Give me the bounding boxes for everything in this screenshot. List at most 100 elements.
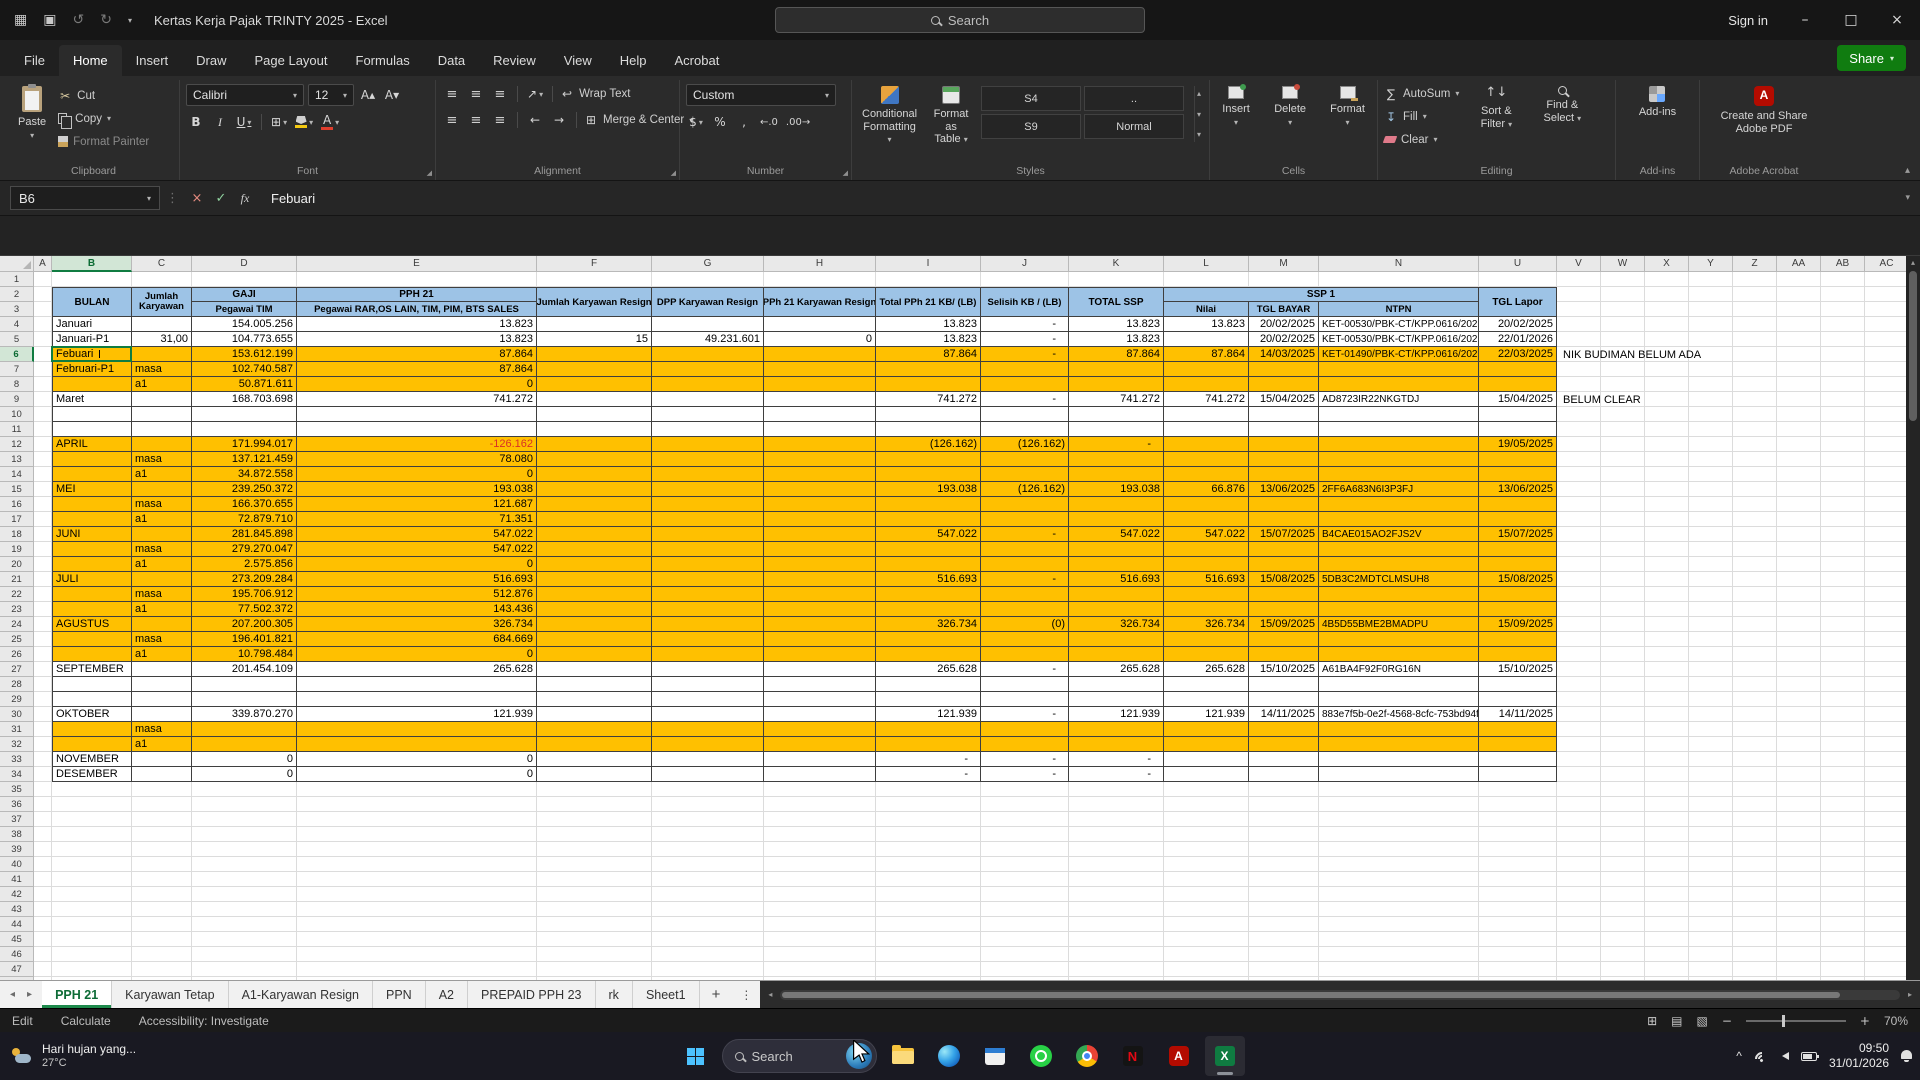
cell-C27[interactable]: [132, 662, 192, 677]
accessibility-status[interactable]: Accessibility: Investigate: [139, 1014, 269, 1028]
cell-D11[interactable]: [192, 422, 297, 437]
cell-H14[interactable]: [764, 467, 876, 482]
cell-L30[interactable]: 121.939: [1164, 707, 1249, 722]
cell-N27[interactable]: A61BA4F92F0RG16N: [1319, 662, 1479, 677]
cell-L25[interactable]: [1164, 632, 1249, 647]
cell-D8[interactable]: 50.871.611: [192, 377, 297, 392]
sheet-tab-prepaid-pph-23[interactable]: PREPAID PPH 23: [468, 981, 596, 1008]
cell-M14[interactable]: [1249, 467, 1319, 482]
cell-I14[interactable]: [876, 467, 981, 482]
row-header-8[interactable]: 8: [0, 377, 34, 392]
cell-N13[interactable]: [1319, 452, 1479, 467]
cell-E24[interactable]: 326.734: [297, 617, 537, 632]
cell-F19[interactable]: [537, 542, 652, 557]
cell-L23[interactable]: [1164, 602, 1249, 617]
cell-G14[interactable]: [652, 467, 764, 482]
row-header-15[interactable]: 15: [0, 482, 34, 497]
cell-N11[interactable]: [1319, 422, 1479, 437]
title-search-box[interactable]: Search: [775, 7, 1145, 33]
sheet-tab-a2[interactable]: A2: [425, 981, 468, 1008]
row-header-7[interactable]: 7: [0, 362, 34, 377]
cell-J5[interactable]: -: [981, 332, 1069, 347]
cell-H12[interactable]: [764, 437, 876, 452]
cell-G5[interactable]: 49.231.601: [652, 332, 764, 347]
cell-K32[interactable]: [1069, 737, 1164, 752]
sheet-tab-rk[interactable]: rk: [595, 981, 633, 1008]
cell-C30[interactable]: [132, 707, 192, 722]
cell-E25[interactable]: 684.669: [297, 632, 537, 647]
cell-C22[interactable]: masa: [132, 587, 192, 602]
cell-K15[interactable]: 193.038: [1069, 482, 1164, 497]
cell-L21[interactable]: 516.693: [1164, 572, 1249, 587]
cell-M29[interactable]: [1249, 692, 1319, 707]
cell-C24[interactable]: [132, 617, 192, 632]
cell-G7[interactable]: [652, 362, 764, 377]
row-header-39[interactable]: 39: [0, 842, 34, 857]
cell-G12[interactable]: [652, 437, 764, 452]
cell-K6[interactable]: 87.864: [1069, 347, 1164, 362]
row-header-10[interactable]: 10: [0, 407, 34, 422]
column-header-V[interactable]: V: [1557, 256, 1601, 272]
cell-M7[interactable]: [1249, 362, 1319, 377]
cell-B10[interactable]: [52, 407, 132, 422]
cell-M30[interactable]: 14/11/2025: [1249, 707, 1319, 722]
cell-N14[interactable]: [1319, 467, 1479, 482]
row-header-5[interactable]: 5: [0, 332, 34, 347]
header-cell-jk_resign[interactable]: Jumlah Karyawan Resign: [537, 287, 652, 317]
cell-J6[interactable]: -: [981, 347, 1069, 362]
cell-G11[interactable]: [652, 422, 764, 437]
cell-E9[interactable]: 741.272: [297, 392, 537, 407]
undo-icon[interactable]: ↺: [72, 12, 84, 28]
cell-M20[interactable]: [1249, 557, 1319, 572]
cell-L11[interactable]: [1164, 422, 1249, 437]
collapse-ribbon-icon[interactable]: ▴: [1905, 165, 1910, 176]
column-header-J[interactable]: J: [981, 256, 1069, 272]
row-header-43[interactable]: 43: [0, 902, 34, 917]
ribbon-tab-view[interactable]: View: [550, 45, 606, 76]
cell-E34[interactable]: 0: [297, 767, 537, 782]
close-button[interactable]: ×: [1874, 0, 1920, 40]
header-cell-tgl_bayar[interactable]: TGL BAYAR: [1249, 302, 1319, 317]
new-sheet-button[interactable]: +: [700, 981, 733, 1008]
cell-J17[interactable]: [981, 512, 1069, 527]
borders-button[interactable]: ⊞ ▾: [269, 112, 289, 132]
sheet-tab-a1-karyawan-resign[interactable]: A1-Karyawan Resign: [228, 981, 373, 1008]
row-header-28[interactable]: 28: [0, 677, 34, 692]
cell-H28[interactable]: [764, 677, 876, 692]
taskbar-excel[interactable]: X: [1204, 1036, 1245, 1076]
cell-M6[interactable]: 14/03/2025: [1249, 347, 1319, 362]
cell-B23[interactable]: [52, 602, 132, 617]
cell-U30[interactable]: 14/11/2025: [1479, 707, 1557, 722]
cell-H25[interactable]: [764, 632, 876, 647]
paste-button[interactable]: Paste ▾: [14, 82, 50, 145]
column-header-B[interactable]: B: [52, 256, 132, 272]
cell-F26[interactable]: [537, 647, 652, 662]
row-header-11[interactable]: 11: [0, 422, 34, 437]
fill-color-button[interactable]: ▾: [293, 112, 315, 132]
cell-G18[interactable]: [652, 527, 764, 542]
underline-button[interactable]: U ▾: [234, 112, 254, 132]
cell-U15[interactable]: 13/06/2025: [1479, 482, 1557, 497]
zoom-in-icon[interactable]: +: [1860, 1014, 1870, 1028]
cell-D16[interactable]: 166.370.655: [192, 497, 297, 512]
vertical-scrollbar-thumb[interactable]: [1909, 271, 1917, 421]
cell-G27[interactable]: [652, 662, 764, 677]
cell-C32[interactable]: a1: [132, 737, 192, 752]
decrease-indent-button[interactable]: ←: [525, 110, 545, 130]
row-header-33[interactable]: 33: [0, 752, 34, 767]
cell-N16[interactable]: [1319, 497, 1479, 512]
horizontal-scrollbar-thumb[interactable]: [782, 991, 1840, 998]
volume-icon[interactable]: [1781, 1052, 1789, 1060]
cell-N31[interactable]: [1319, 722, 1479, 737]
cell-N10[interactable]: [1319, 407, 1479, 422]
cell-H5[interactable]: 0: [764, 332, 876, 347]
cell-C6[interactable]: [132, 347, 192, 362]
row-header-35[interactable]: 35: [0, 782, 34, 797]
ribbon-tab-home[interactable]: Home: [58, 45, 122, 76]
cell-G4[interactable]: [652, 317, 764, 332]
cell-G28[interactable]: [652, 677, 764, 692]
cell-K31[interactable]: [1069, 722, 1164, 737]
cell-C18[interactable]: [132, 527, 192, 542]
cell-F34[interactable]: [537, 767, 652, 782]
cell-D34[interactable]: 0: [192, 767, 297, 782]
